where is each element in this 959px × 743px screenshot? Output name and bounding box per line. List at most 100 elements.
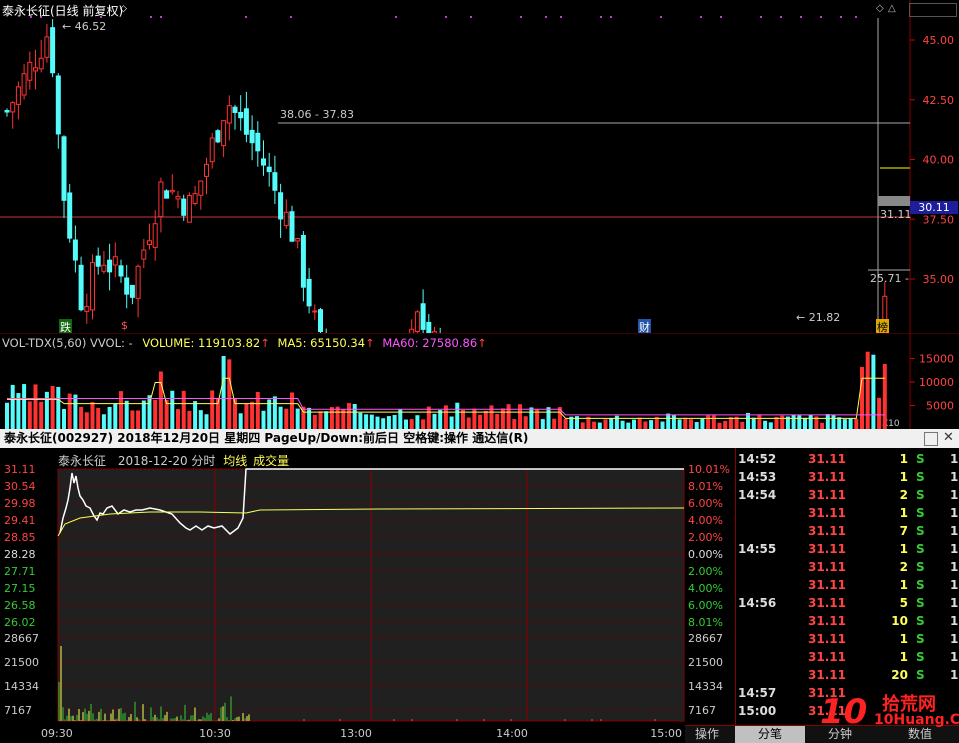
volume-bar [769, 422, 773, 429]
volume-bar [130, 410, 134, 429]
volume-bar [700, 418, 704, 429]
signal-dot [470, 16, 472, 18]
vol-axis-label: 5000 [926, 400, 954, 413]
candle-body [296, 239, 300, 241]
trade-row[interactable]: 31.1110S1 [736, 614, 959, 632]
intraday-pct-label: 6.00% [688, 497, 723, 510]
volume-bar [609, 418, 613, 429]
volume-bar [541, 419, 545, 429]
trade-row[interactable]: 14:5631.115S1 [736, 596, 959, 614]
volume-bar [461, 410, 465, 429]
trade-row[interactable]: 31.111S1 [736, 506, 959, 524]
kline-canvas[interactable]: 45.0042.5040.0037.5035.0032.5030.0027.50… [0, 0, 959, 333]
volume-bar [381, 418, 385, 429]
signal-dot [560, 16, 562, 18]
trade-side: S [916, 542, 925, 556]
trade-row[interactable]: 31.117S1 [736, 524, 959, 542]
intraday-vol-label: 21500 [4, 656, 39, 669]
trade-price: 31.11 [808, 614, 846, 628]
maximize-button[interactable] [924, 432, 938, 446]
trade-row[interactable]: 14:5531.111S1 [736, 542, 959, 560]
close-button[interactable]: ✕ [943, 430, 954, 445]
candle-body [267, 167, 271, 171]
signal-dot [720, 16, 722, 18]
watermark-10-icon: 10 [820, 692, 867, 732]
trade-price: 31.11 [808, 524, 846, 538]
volume-bar [125, 401, 129, 429]
volume-bar [176, 409, 180, 429]
candle-body [79, 265, 83, 309]
trade-side: S [916, 596, 925, 610]
volume-bar [866, 352, 870, 429]
popup-title: 泰永长征(002927) 2018年12月20日 星期四 PageUp/Down… [4, 431, 528, 445]
avg-line-label[interactable]: 均线 [223, 454, 247, 468]
trade-row[interactable]: 31.111S1 [736, 632, 959, 650]
volume-bar [159, 372, 163, 429]
volume-line-label[interactable]: 成交量 [253, 454, 289, 468]
trade-row[interactable]: 14:5231.111S1 [736, 452, 959, 470]
collapse-icon[interactable]: ◇ [120, 4, 127, 14]
volume-bar [244, 404, 248, 429]
signal-dot [700, 16, 702, 18]
volume-bar [62, 409, 66, 429]
volume-bar [752, 418, 756, 429]
volume-bar [79, 407, 83, 429]
volume-bar [883, 364, 887, 429]
panel-toggle-icon[interactable] [909, 3, 957, 17]
time-label: 15:00 [650, 727, 682, 740]
volume-legend: VOL-TDX(5,60) VVOL: - VOLUME: 119103.82↑… [2, 336, 487, 350]
trade-row[interactable]: 14:5431.112S1 [736, 488, 959, 506]
intraday-vol-label-right: 14334 [688, 680, 723, 693]
trade-vol: 1 [900, 470, 908, 484]
volume-bar [113, 403, 117, 429]
level-label: 25.71 - [870, 272, 909, 285]
intraday-price-label: 30.54 [4, 480, 36, 493]
trade-ticks[interactable]: 14:5231.111S114:5331.111S114:5431.112S13… [735, 448, 959, 725]
kline-chart[interactable]: 45.0042.5040.0037.5035.0032.5030.0027.50… [0, 0, 959, 333]
candle-body [262, 159, 266, 165]
intraday-price-label: 27.71 [4, 565, 36, 578]
trade-row[interactable]: 31.111S1 [736, 578, 959, 596]
watermark-text2: 10Huang.CN [874, 712, 959, 728]
intraday-pct-label: 8.01% [688, 480, 723, 493]
volume-bar [227, 359, 231, 429]
intraday-canvas[interactable]: 31.1110.01%30.548.01%29.986.00%29.414.00… [0, 448, 735, 742]
volume-bar [136, 411, 140, 429]
trade-price: 31.11 [808, 632, 846, 646]
candle-body [91, 263, 95, 310]
scroll-up-icon[interactable]: △ [888, 3, 896, 14]
trade-time: 15:00 [738, 704, 776, 718]
volume-bar [649, 420, 653, 429]
volume-bar [85, 412, 89, 429]
volume-bar [427, 407, 431, 429]
volume-bar [797, 415, 801, 429]
trade-row[interactable]: 14:5331.111S1 [736, 470, 959, 488]
candle-body [239, 112, 243, 117]
ma5-value: MA5: 65150.34 [278, 336, 366, 350]
tab-operate[interactable]: 操作 [685, 726, 729, 743]
candle-body [108, 260, 112, 272]
popup-titlebar[interactable]: 泰永长征(002927) 2018年12月20日 星期四 PageUp/Down… [0, 429, 959, 448]
volume-bar [495, 414, 499, 429]
candle-body [250, 130, 254, 142]
tab-ticks[interactable]: 分笔 [735, 726, 805, 743]
candle-body [290, 212, 294, 242]
indicator-name[interactable]: VOL-TDX(5,60) [2, 336, 86, 350]
volume-bar [780, 416, 784, 429]
time-label: 10:30 [199, 727, 231, 740]
trade-n: 1 [950, 650, 958, 664]
intraday-vol-label: 7167 [4, 704, 32, 717]
trade-time: 14:55 [738, 542, 776, 556]
diamond-icon[interactable]: ◇ [876, 3, 884, 14]
ma60-value: MA60: 27580.86 [382, 336, 477, 350]
event-marker-dollar[interactable]: $ [121, 319, 128, 332]
volume-bar [210, 390, 214, 429]
candle-body [182, 199, 186, 215]
trade-row[interactable]: 31.1120S1 [736, 668, 959, 686]
volume-bar [336, 407, 340, 429]
trade-row[interactable]: 31.112S1 [736, 560, 959, 578]
volume-bar [643, 421, 647, 429]
trade-row[interactable]: 31.111S1 [736, 650, 959, 668]
volume-bar [438, 410, 442, 429]
intraday-chart[interactable]: 31.1110.01%30.548.01%29.986.00%29.414.00… [0, 448, 735, 742]
